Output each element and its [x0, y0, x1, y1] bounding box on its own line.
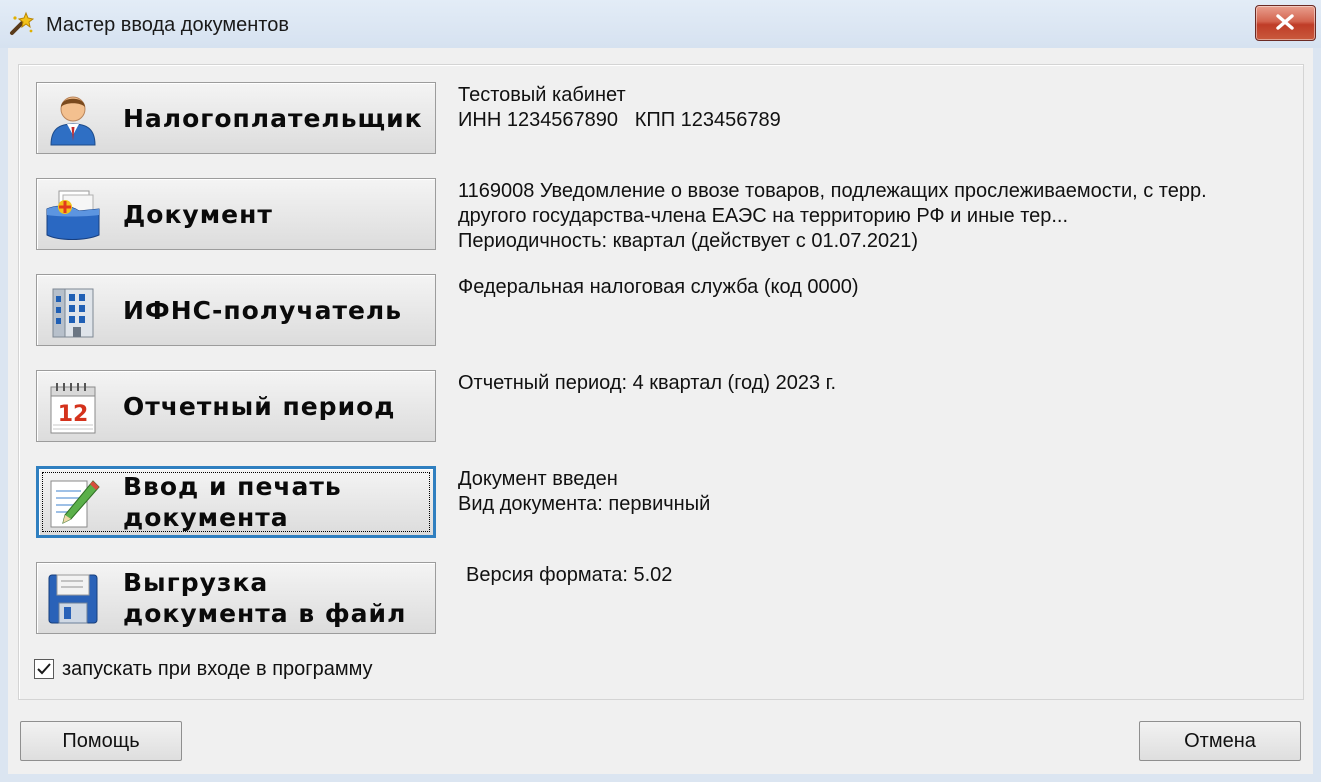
dialog-client-area: Налогоплательщик Тестовый кабинет ИНН 12…	[8, 48, 1313, 774]
format-version-info: Версия формата: 5.02	[466, 563, 672, 588]
document-kind: Вид документа: первичный	[458, 493, 711, 515]
wizard-wand-icon	[10, 11, 34, 35]
document-periodicity: Периодичность: квартал (действует с 01.0…	[458, 230, 919, 252]
window-title: Мастер ввода документов	[46, 14, 289, 36]
edit-pencil-icon	[50, 480, 100, 528]
taxpayer-inn-kpp: ИНН 1234567890 КПП 123456789	[458, 109, 781, 131]
autostart-option[interactable]: запускать при входе в программу	[34, 658, 373, 680]
taxpayer-name: Тестовый кабинет	[458, 84, 626, 106]
tax-office-info: Федеральная налоговая служба (код 0000)	[458, 275, 859, 300]
document-button-label: Документ	[123, 199, 273, 229]
export-document-button[interactable]: Выгрузка документа в файл	[36, 562, 436, 634]
title-bar: Мастер ввода документов	[0, 0, 1321, 48]
office-building-icon	[52, 288, 94, 338]
reporting-period-value: Отчетный период: 4 квартал (год) 2023 г.	[458, 372, 837, 394]
reporting-period-info: Отчетный период: 4 квартал (год) 2023 г.	[458, 371, 836, 396]
document-status: Документ введен	[458, 468, 618, 490]
calendar-number: 12	[58, 402, 89, 427]
taxpayer-button-label: Налогоплательщик	[123, 103, 423, 133]
enter-print-document-label: Ввод и печать документа	[123, 469, 435, 535]
format-version: Версия формата: 5.02	[466, 564, 673, 586]
enter-print-document-button[interactable]: Ввод и печать документа	[36, 466, 436, 538]
enter-print-document-label-line-2: документа	[123, 503, 289, 532]
floppy-disk-icon	[48, 574, 98, 624]
taxpayer-button[interactable]: Налогоплательщик	[36, 82, 436, 154]
cancel-button[interactable]: Отмена	[1139, 721, 1301, 761]
checkmark-icon	[37, 663, 51, 675]
tax-office-button[interactable]: ИФНС-получатель	[36, 274, 436, 346]
help-button[interactable]: Помощь	[20, 721, 182, 761]
export-document-label-line-2: документа в файл	[123, 599, 407, 628]
close-button[interactable]	[1255, 5, 1316, 41]
taxpayer-info: Тестовый кабинет ИНН 1234567890 КПП 1234…	[458, 83, 781, 133]
document-info: 1169008 Уведомление о ввозе товаров, под…	[458, 179, 1207, 254]
document-description-line-1: 1169008 Уведомление о ввозе товаров, под…	[458, 180, 1207, 202]
export-document-label-line-1: Выгрузка	[123, 568, 269, 597]
document-description-line-2: другого государства-члена ЕАЭС на террит…	[458, 205, 1069, 227]
taxpayer-person-icon	[50, 96, 96, 146]
export-document-label: Выгрузка документа в файл	[123, 563, 435, 633]
tax-office-name: Федеральная налоговая служба (код 0000)	[458, 276, 859, 298]
document-folder-icon	[46, 190, 100, 240]
autostart-label: запускать при входе в программу	[62, 657, 373, 680]
reporting-period-button-label: Отчетный период	[123, 391, 396, 421]
document-button[interactable]: Документ	[36, 178, 436, 250]
enter-print-document-label-line-1: Ввод и печать	[123, 472, 342, 501]
tax-office-button-label: ИФНС-получатель	[123, 295, 403, 325]
close-icon	[1276, 14, 1294, 30]
reporting-period-button[interactable]: 12 Отчетный период	[36, 370, 436, 442]
calendar-icon: 12	[50, 383, 96, 434]
document-status-info: Документ введен Вид документа: первичный	[458, 467, 710, 517]
autostart-checkbox[interactable]	[34, 659, 54, 679]
